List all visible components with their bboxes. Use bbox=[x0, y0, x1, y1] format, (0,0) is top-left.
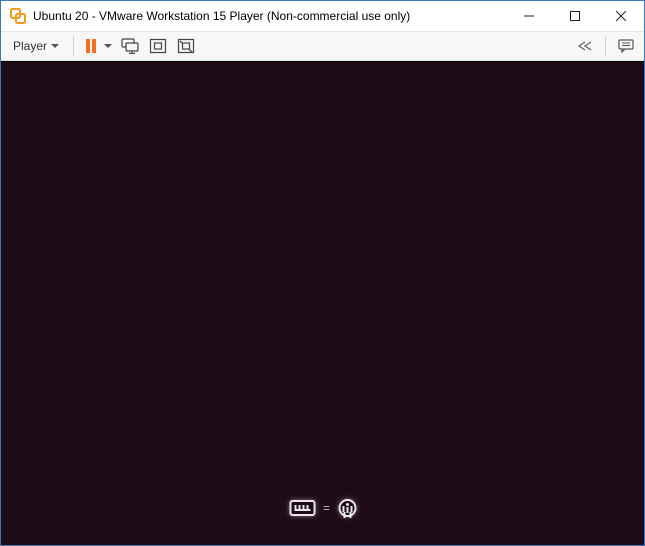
keyboard-icon bbox=[289, 500, 315, 516]
guest-display[interactable]: = bbox=[1, 61, 644, 545]
toolbar-separator bbox=[605, 36, 606, 56]
fullscreen-icon bbox=[149, 38, 167, 54]
toolbar: Player bbox=[1, 31, 644, 61]
toolbar-separator bbox=[73, 36, 74, 56]
minimize-button[interactable] bbox=[506, 1, 552, 31]
player-menu-label: Player bbox=[13, 39, 47, 53]
cycle-devices-button[interactable] bbox=[573, 34, 597, 58]
player-menu[interactable]: Player bbox=[7, 34, 65, 58]
window-title: Ubuntu 20 - VMware Workstation 15 Player… bbox=[33, 9, 506, 23]
window-buttons bbox=[506, 1, 644, 31]
titlebar: Ubuntu 20 - VMware Workstation 15 Player… bbox=[1, 1, 644, 31]
send-keys-icon bbox=[121, 38, 139, 54]
equals-label: = bbox=[323, 501, 330, 515]
fullscreen-button[interactable] bbox=[146, 34, 170, 58]
pause-icon bbox=[84, 38, 98, 54]
close-button[interactable] bbox=[598, 1, 644, 31]
send-ctrl-alt-del-button[interactable] bbox=[118, 34, 142, 58]
messages-icon bbox=[618, 39, 634, 53]
unity-button[interactable] bbox=[174, 34, 198, 58]
cycle-icon bbox=[576, 40, 594, 52]
vmware-icon bbox=[9, 7, 27, 25]
pause-button[interactable] bbox=[82, 34, 114, 58]
maximize-button[interactable] bbox=[552, 1, 598, 31]
messages-button[interactable] bbox=[614, 34, 638, 58]
app-window: Ubuntu 20 - VMware Workstation 15 Player… bbox=[0, 0, 645, 546]
boot-indicator: = bbox=[289, 499, 356, 517]
accessibility-icon bbox=[338, 499, 356, 517]
chevron-down-icon bbox=[104, 44, 112, 48]
chevron-down-icon bbox=[51, 44, 59, 48]
unity-icon bbox=[177, 38, 195, 54]
